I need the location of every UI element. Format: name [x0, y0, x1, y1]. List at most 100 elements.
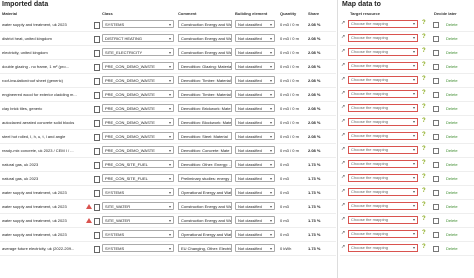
class-header[interactable]: Class — [102, 11, 113, 16]
building-element-select[interactable]: Not classified ▾ — [235, 20, 275, 28]
target-resource-select[interactable]: Choose the mapping ▾ — [348, 216, 418, 224]
document-icon[interactable] — [94, 176, 100, 183]
help-icon[interactable]: ? — [422, 62, 426, 68]
class-select[interactable]: PRE_CON_DEMO_WASTE ▾ — [102, 90, 174, 98]
help-icon[interactable]: ? — [422, 34, 426, 40]
comment-field[interactable]: Operational Energy and Wat — [178, 230, 232, 238]
help-icon[interactable]: ? — [422, 132, 426, 138]
class-select[interactable]: SITE_WATER ▾ — [102, 202, 174, 210]
target-resource-select[interactable]: Choose the mapping ▾ — [348, 104, 418, 112]
decide-later-checkbox[interactable] — [433, 92, 439, 98]
target-resource-select[interactable]: Choose the mapping ▾ — [348, 202, 418, 210]
decide-later-checkbox[interactable] — [433, 22, 439, 28]
comment-field[interactable]: Demolition: Brickwork: Mate — [178, 104, 232, 112]
delete-button[interactable]: Delete — [446, 176, 458, 181]
document-icon[interactable] — [94, 218, 100, 225]
decide-later-checkbox[interactable] — [433, 190, 439, 196]
target-resource-select[interactable]: Choose the mapping ▾ — [348, 132, 418, 140]
comment-header[interactable]: Comment — [178, 11, 196, 16]
decide-later-checkbox[interactable] — [433, 120, 439, 126]
delete-button[interactable]: Delete — [446, 78, 458, 83]
decide-later-checkbox[interactable] — [433, 232, 439, 238]
building-element-select[interactable]: Not classified ▾ — [235, 118, 275, 126]
document-icon[interactable] — [94, 64, 100, 71]
help-icon[interactable]: ? — [422, 216, 426, 222]
quantity-header[interactable]: Quantity — [280, 11, 296, 16]
delete-button[interactable]: Delete — [446, 120, 458, 125]
delete-button[interactable]: Delete — [446, 246, 458, 251]
target-resource-select[interactable]: Choose the mapping ▾ — [348, 146, 418, 154]
delete-button[interactable]: Delete — [446, 148, 458, 153]
building-element-select[interactable]: Not classified ▾ — [235, 146, 275, 154]
help-icon[interactable]: ? — [422, 174, 426, 180]
comment-field[interactable]: EU Changing, Other: Electric — [178, 244, 232, 252]
document-icon[interactable] — [94, 134, 100, 141]
decide-later-checkbox[interactable] — [433, 218, 439, 224]
comment-field[interactable]: Construction Energy and Wa — [178, 202, 232, 210]
building-element-select[interactable]: Not classified ▾ — [235, 76, 275, 84]
class-select[interactable]: SYSTEMS ▾ — [102, 188, 174, 196]
comment-field[interactable]: Demolition: Blockwork: Mate — [178, 118, 232, 126]
building-element-select[interactable]: Not classified ▾ — [235, 34, 275, 42]
help-icon[interactable]: ? — [422, 118, 426, 124]
target-resource-select[interactable]: Choose the mapping ▾ — [348, 244, 418, 252]
building-element-select[interactable]: Not classified ▾ — [235, 230, 275, 238]
class-select[interactable]: SITE_WATER ▾ — [102, 216, 174, 224]
class-select[interactable]: PRE_CON_DEMO_WASTE ▾ — [102, 62, 174, 70]
document-icon[interactable] — [94, 162, 100, 169]
document-icon[interactable] — [94, 246, 100, 253]
target-resource-select[interactable]: Choose the mapping ▾ — [348, 230, 418, 238]
help-icon[interactable]: ? — [422, 76, 426, 82]
delete-button[interactable]: Delete — [446, 92, 458, 97]
class-select[interactable]: PRE_CON_DEMO_WASTE ▾ — [102, 76, 174, 84]
building-element-select[interactable]: Not classified ▾ — [235, 244, 275, 252]
help-icon[interactable]: ? — [422, 20, 426, 26]
delete-button[interactable]: Delete — [446, 50, 458, 55]
target-resource-select[interactable]: Choose the mapping ▾ — [348, 118, 418, 126]
document-icon[interactable] — [94, 36, 100, 43]
class-select[interactable]: PRE_CON_DEMO_WASTE ▾ — [102, 104, 174, 112]
class-select[interactable]: PRE_CON_DEMO_WASTE ▾ — [102, 132, 174, 140]
target-resource-select[interactable]: Choose the mapping ▾ — [348, 62, 418, 70]
help-icon[interactable]: ? — [422, 244, 426, 250]
material-header[interactable]: Material — [2, 11, 17, 16]
delete-button[interactable]: Delete — [446, 204, 458, 209]
comment-field[interactable]: Construction Energy and Wa — [178, 34, 232, 42]
class-select[interactable]: PRE_CON_DEMO_WASTE ▾ — [102, 118, 174, 126]
document-icon[interactable] — [94, 120, 100, 127]
class-select[interactable]: SYSTEMS ▾ — [102, 244, 174, 252]
building-element-select[interactable]: Not classified ▾ — [235, 188, 275, 196]
document-icon[interactable] — [94, 190, 100, 197]
comment-field[interactable]: Demolition: Glazing: Material — [178, 62, 232, 70]
decide-later-checkbox[interactable] — [433, 162, 439, 168]
target-resource-select[interactable]: Choose the mapping ▾ — [348, 34, 418, 42]
decide-later-checkbox[interactable] — [433, 176, 439, 182]
delete-button[interactable]: Delete — [446, 162, 458, 167]
delete-button[interactable]: Delete — [446, 36, 458, 41]
help-icon[interactable]: ? — [422, 160, 426, 166]
help-icon[interactable]: ? — [422, 146, 426, 152]
decide-later-checkbox[interactable] — [433, 246, 439, 252]
comment-field[interactable]: Demolition: Timber: Material — [178, 90, 232, 98]
decide-later-checkbox[interactable] — [433, 204, 439, 210]
document-icon[interactable] — [94, 78, 100, 85]
comment-field[interactable]: Construction Energy and Wa — [178, 20, 232, 28]
comment-field[interactable]: Demolition: Steel: Material — [178, 132, 232, 140]
document-icon[interactable] — [94, 148, 100, 155]
help-icon[interactable]: ? — [422, 202, 426, 208]
share-header[interactable]: Share — [308, 11, 319, 16]
target-resource-select[interactable]: Choose the mapping ▾ — [348, 48, 418, 56]
building-element-select[interactable]: Not classified ▾ — [235, 160, 275, 168]
document-icon[interactable] — [94, 92, 100, 99]
delete-button[interactable]: Delete — [446, 64, 458, 69]
building-element-select[interactable]: Not classified ▾ — [235, 90, 275, 98]
target-resource-select[interactable]: Choose the mapping ▾ — [348, 90, 418, 98]
delete-button[interactable]: Delete — [446, 232, 458, 237]
comment-field[interactable]: Operational Energy and Wat — [178, 188, 232, 196]
document-icon[interactable] — [94, 22, 100, 29]
decide-later-checkbox[interactable] — [433, 134, 439, 140]
help-icon[interactable]: ? — [422, 48, 426, 54]
building-element-select[interactable]: Not classified ▾ — [235, 104, 275, 112]
building-element-select[interactable]: Not classified ▾ — [235, 202, 275, 210]
comment-field[interactable]: Demolition: Timber: Material — [178, 76, 232, 84]
